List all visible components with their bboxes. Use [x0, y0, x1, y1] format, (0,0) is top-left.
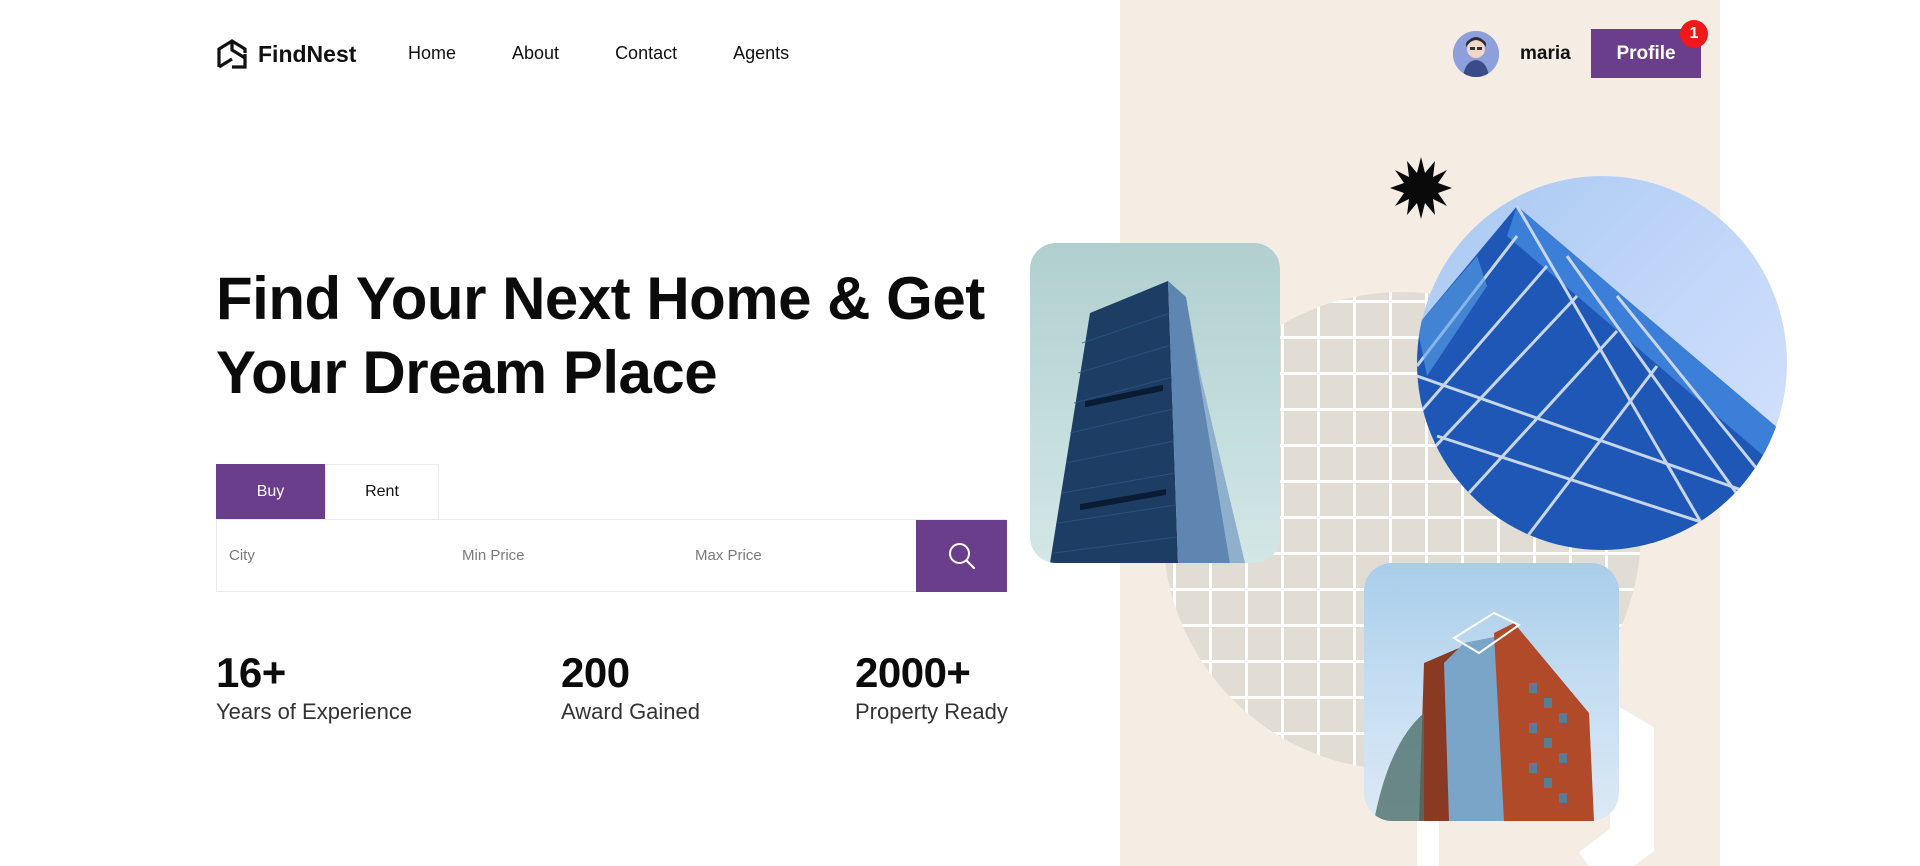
hero-title: Find Your Next Home & Get Your Dream Pla… [216, 262, 1016, 410]
stat-label: Years of Experience [216, 699, 413, 724]
nav-about[interactable]: About [512, 43, 559, 64]
min-price-input[interactable] [450, 525, 683, 586]
tab-buy[interactable]: Buy [216, 464, 325, 519]
nav-home[interactable]: Home [408, 43, 456, 64]
nav-contact[interactable]: Contact [615, 43, 677, 64]
stat-value: 200 [561, 649, 630, 696]
hero-title-line1: Find Your Next Home & Get [216, 265, 985, 332]
main-nav: Home About Contact Agents [408, 43, 845, 64]
stat-value: 2000+ [855, 649, 971, 696]
stat-label: Property Ready [855, 699, 1008, 724]
avatar-image [1453, 31, 1499, 77]
brand-name: FindNest [258, 40, 357, 67]
tab-rent[interactable]: Rent [325, 464, 439, 519]
glass-building-illustration [1417, 205, 1787, 550]
office-building-photo [1364, 563, 1619, 821]
brand-logo[interactable]: FindNest [216, 38, 356, 70]
tower-photo [1030, 243, 1280, 563]
findnest-logo-icon [217, 39, 247, 69]
site-header: FindNest Home About Contact Agents maria… [0, 0, 1920, 110]
tower-illustration [1050, 281, 1245, 563]
office-building-illustration [1374, 611, 1594, 821]
search-icon [948, 543, 975, 570]
property-search-form [216, 519, 1007, 592]
search-button[interactable] [916, 520, 1007, 592]
username: maria [1520, 43, 1571, 64]
nav-agents[interactable]: Agents [733, 43, 789, 64]
stat-value: 16+ [216, 649, 286, 696]
avatar[interactable] [1453, 31, 1499, 77]
search-tabs: Buy Rent [216, 464, 439, 519]
stat-awards: 200 Award Gained [561, 648, 700, 726]
notification-badge[interactable]: 1 [1680, 20, 1708, 48]
glass-building-photo [1417, 176, 1787, 550]
stat-experience: 16+ Years of Experience [216, 648, 412, 726]
stat-properties: 2000+ Property Ready [855, 648, 1008, 726]
starburst-icon [1390, 157, 1452, 219]
stat-label: Award Gained [561, 699, 701, 724]
hero-title-line2: Your Dream Place [216, 339, 718, 406]
city-input[interactable] [217, 525, 450, 586]
max-price-input[interactable] [683, 525, 916, 586]
